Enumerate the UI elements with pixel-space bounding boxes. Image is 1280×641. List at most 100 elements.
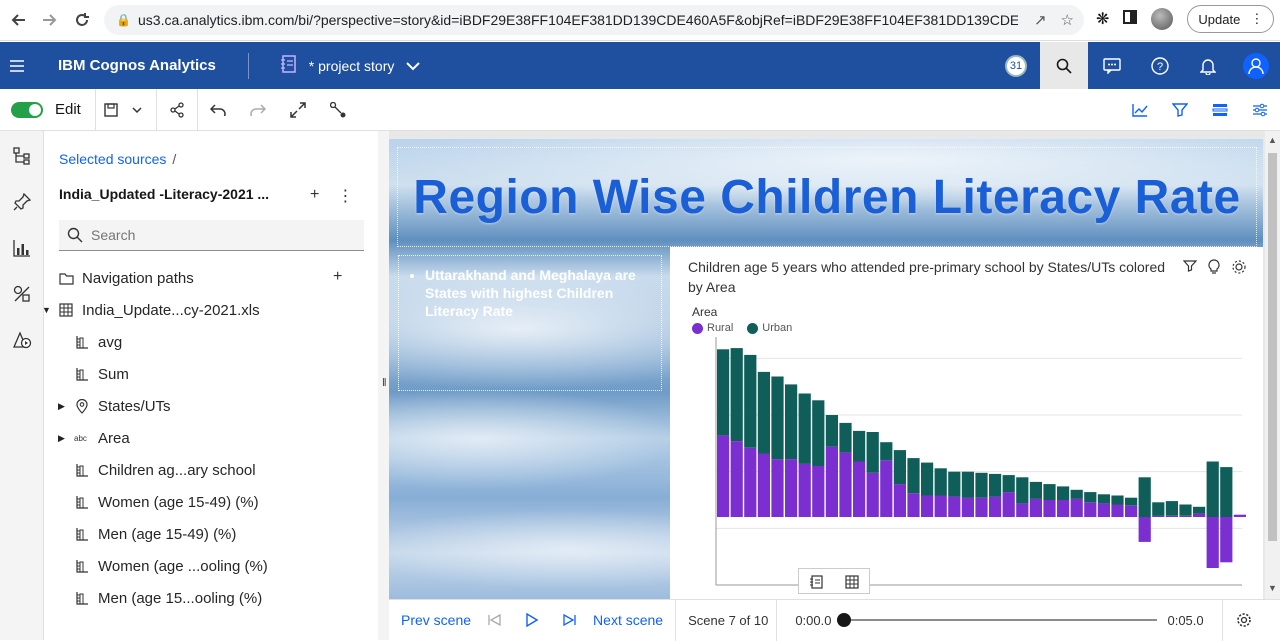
scroll-up-icon[interactable]: ▲ [1268, 135, 1277, 145]
properties-sliders-icon[interactable] [1240, 89, 1280, 131]
measure-icon [74, 590, 90, 606]
settings-gear-icon[interactable] [1231, 259, 1247, 280]
bar-urban [1111, 495, 1124, 505]
scene-title: Region Wise Children Literacy Rate [413, 170, 1241, 224]
bar-urban [771, 376, 784, 460]
undo-icon[interactable] [198, 89, 238, 131]
forward-arrow-icon[interactable] [34, 4, 66, 36]
user-badge-count: 31 [1005, 54, 1027, 77]
title-widget[interactable]: Region Wise Children Literacy Rate [397, 147, 1257, 247]
share-icon[interactable]: ↗ [1034, 11, 1047, 29]
timeline-track[interactable] [837, 613, 1158, 627]
chat-icon[interactable] [1088, 42, 1136, 89]
fullscreen-icon[interactable] [278, 89, 318, 131]
tree-item-label: Men (age 15-49) (%) [98, 525, 237, 543]
relationship-icon[interactable] [318, 89, 358, 131]
bar-rural [1125, 505, 1138, 517]
bar-rural [1016, 503, 1029, 517]
bar-urban [921, 462, 934, 496]
help-icon[interactable]: ? [1136, 42, 1184, 89]
skip-to-end-icon[interactable] [551, 600, 589, 641]
bar-rural [744, 447, 757, 517]
visualization-icon[interactable] [1120, 89, 1160, 131]
save-menu-chevron-icon[interactable] [126, 89, 148, 131]
chevron-down-icon [406, 58, 421, 74]
skip-to-start-icon[interactable] [475, 600, 513, 641]
svg-text:?: ? [1157, 61, 1163, 73]
play-icon[interactable] [513, 600, 551, 641]
overflow-menu-icon[interactable]: ⋮ [337, 186, 353, 206]
redo-icon[interactable] [238, 89, 278, 131]
bar-rural [1043, 500, 1056, 517]
notification-bell-icon[interactable] [1184, 42, 1232, 89]
data-tree-icon[interactable] [0, 133, 44, 179]
add-icon[interactable]: + [310, 186, 319, 206]
save-icon[interactable] [96, 89, 126, 131]
bar-rural [785, 459, 798, 517]
user-badge[interactable]: 31 [992, 42, 1040, 89]
story-selector[interactable]: * project story [280, 55, 421, 76]
chart-widget[interactable]: Children age 5 years who attended pre-pr… [670, 247, 1263, 599]
filter-icon[interactable] [1182, 259, 1198, 280]
bar-rural [812, 466, 825, 517]
timeline-settings-gear-icon[interactable] [1225, 600, 1263, 641]
measure-icon [74, 334, 90, 350]
tree-item[interactable]: ▼ India_Update...cy-2021.xls [42, 294, 362, 326]
add-navigation-path-icon[interactable]: + [333, 268, 342, 286]
update-button[interactable]: Update ⋮ [1187, 5, 1275, 33]
search-field[interactable] [59, 220, 364, 251]
tree-item[interactable]: Men (age 15-49) (%) [74, 518, 394, 550]
scroll-down-icon[interactable]: ▼ [1268, 583, 1277, 593]
back-arrow-icon[interactable] [2, 4, 34, 36]
visualizations-icon[interactable] [0, 225, 44, 271]
tree-item[interactable]: Sum [74, 358, 394, 390]
profile-avatar[interactable] [1151, 8, 1174, 30]
panel-resize-handle[interactable]: ‖ [378, 131, 389, 640]
breadcrumb-selected-sources[interactable]: Selected sources [59, 151, 166, 167]
scroll-thumb[interactable] [1268, 153, 1277, 541]
tree-item[interactable]: Women (age 15-49) (%) [74, 486, 394, 518]
user-profile-icon[interactable] [1232, 42, 1280, 89]
measure-icon [74, 462, 90, 478]
insight-bulb-icon[interactable] [1207, 259, 1221, 280]
address-bar[interactable]: 🔒 us3.ca.analytics.ibm.com/bi/?perspecti… [104, 5, 1084, 35]
caret-down-icon[interactable]: ▼ [42, 305, 54, 315]
prev-scene-link[interactable]: Prev scene [401, 612, 471, 628]
tree-item[interactable]: Children ag...ary school [74, 454, 394, 486]
table-view-icon[interactable] [834, 569, 869, 595]
tree-item[interactable]: Navigation paths [58, 262, 378, 294]
menu-icon[interactable] [0, 42, 34, 89]
tree-item[interactable]: Men (age 15...ooling (%) [74, 582, 394, 614]
source-name[interactable]: India_Updated -Literacy-2021 ... [59, 186, 269, 202]
star-icon[interactable]: ☆ [1061, 11, 1074, 29]
sidepanel-icon[interactable] [1123, 9, 1138, 29]
search-input[interactable] [91, 227, 351, 243]
tree-item[interactable]: avg [74, 326, 394, 358]
edit-toggle[interactable] [11, 101, 43, 118]
share-icon[interactable] [157, 89, 197, 131]
media-icon[interactable] [0, 317, 44, 363]
text-widget[interactable]: Uttarakhand and Meghalaya are States wit… [398, 255, 662, 391]
tree-item[interactable]: ▶ abc Area [58, 422, 378, 454]
bar-urban [1179, 504, 1192, 516]
canvas-scrollbar[interactable]: ▲ ▼ [1265, 131, 1280, 599]
tree-item[interactable]: Women (age ...ooling (%) [74, 550, 394, 582]
pin-icon[interactable] [0, 179, 44, 225]
bar-rural [853, 461, 866, 517]
bar-urban [948, 471, 961, 497]
pages-icon[interactable] [1200, 89, 1240, 131]
next-scene-link[interactable]: Next scene [593, 612, 663, 628]
legend-swatch-rural [692, 322, 703, 334]
legend-item-urban[interactable]: Urban [747, 322, 792, 334]
timeline-scrubber[interactable] [837, 613, 852, 627]
notes-icon[interactable] [799, 569, 834, 595]
caret-right-icon[interactable]: ▶ [58, 401, 70, 412]
filter-icon[interactable] [1160, 89, 1200, 131]
tree-item[interactable]: ▶ States/UTs [58, 390, 378, 422]
caret-right-icon[interactable]: ▶ [58, 433, 70, 444]
extensions-icon[interactable]: ❋ [1096, 9, 1109, 29]
widgets-icon[interactable] [0, 271, 44, 317]
search-icon[interactable] [1040, 42, 1088, 89]
legend-item-rural[interactable]: Rural [692, 322, 733, 334]
reload-icon[interactable] [66, 4, 98, 36]
